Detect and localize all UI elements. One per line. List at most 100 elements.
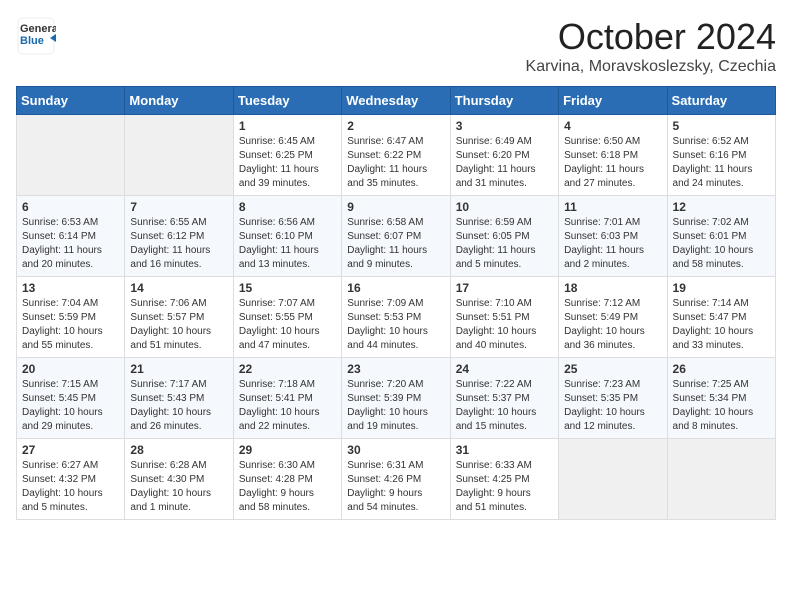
day-info: Sunrise: 6:45 AM Sunset: 6:25 PM Dayligh… xyxy=(239,135,336,191)
day-info: Sunrise: 6:30 AM Sunset: 4:28 PM Dayligh… xyxy=(239,459,336,515)
day-info: Sunrise: 7:07 AM Sunset: 5:55 PM Dayligh… xyxy=(239,297,336,353)
day-cell: 1 Sunrise: 6:45 AM Sunset: 6:25 PM Daylig… xyxy=(233,115,341,196)
day-cell: 31 Sunrise: 6:33 AM Sunset: 4:25 PM Dayli… xyxy=(450,439,558,520)
day-info: Sunrise: 7:09 AM Sunset: 5:53 PM Dayligh… xyxy=(347,297,444,353)
day-info: Sunrise: 6:56 AM Sunset: 6:10 PM Dayligh… xyxy=(239,216,336,272)
day-cell: 12Sunrise: 7:02 AM Sunset: 6:01 PM Dayli… xyxy=(667,196,775,277)
day-cell: 9 Sunrise: 6:58 AM Sunset: 6:07 PM Daylig… xyxy=(342,196,450,277)
day-number: 2 xyxy=(347,119,444,133)
day-cell: 29 Sunrise: 6:30 AM Sunset: 4:28 PM Dayli… xyxy=(233,439,341,520)
day-cell: 8 Sunrise: 6:56 AM Sunset: 6:10 PM Daylig… xyxy=(233,196,341,277)
day-cell: 16 Sunrise: 7:09 AM Sunset: 5:53 PM Dayli… xyxy=(342,277,450,358)
day-info: Sunrise: 6:58 AM Sunset: 6:07 PM Dayligh… xyxy=(347,216,444,272)
day-info: Sunrise: 6:52 AM Sunset: 6:16 PM Dayligh… xyxy=(673,135,770,191)
day-cell: 27Sunrise: 6:27 AM Sunset: 4:32 PM Dayli… xyxy=(17,439,125,520)
day-number: 8 xyxy=(239,200,336,214)
logo-icon: General Blue xyxy=(16,16,56,56)
day-info: Sunrise: 7:04 AM Sunset: 5:59 PM Dayligh… xyxy=(22,297,119,353)
day-info: Sunrise: 7:02 AM Sunset: 6:01 PM Dayligh… xyxy=(673,216,770,272)
day-number: 19 xyxy=(673,281,770,295)
day-info: Sunrise: 7:20 AM Sunset: 5:39 PM Dayligh… xyxy=(347,378,444,434)
day-number: 11 xyxy=(564,200,661,214)
day-cell: 30 Sunrise: 6:31 AM Sunset: 4:26 PM Dayli… xyxy=(342,439,450,520)
day-cell: 19 Sunrise: 7:14 AM Sunset: 5:47 PM Dayli… xyxy=(667,277,775,358)
page-header: General Blue October 2024 Karvina, Morav… xyxy=(16,16,776,76)
day-info: Sunrise: 7:17 AM Sunset: 5:43 PM Dayligh… xyxy=(130,378,227,434)
day-info: Sunrise: 6:59 AM Sunset: 6:05 PM Dayligh… xyxy=(456,216,553,272)
day-cell: 11 Sunrise: 7:01 AM Sunset: 6:03 PM Dayli… xyxy=(559,196,667,277)
weekday-header-row: SundayMondayTuesdayWednesdayThursdayFrid… xyxy=(17,87,776,115)
day-cell: 15Sunrise: 7:07 AM Sunset: 5:55 PM Dayli… xyxy=(233,277,341,358)
day-number: 14 xyxy=(130,281,227,295)
weekday-header-friday: Friday xyxy=(559,87,667,115)
svg-text:General: General xyxy=(20,23,56,35)
day-info: Sunrise: 7:10 AM Sunset: 5:51 PM Dayligh… xyxy=(456,297,553,353)
weekday-header-saturday: Saturday xyxy=(667,87,775,115)
day-cell: 14 Sunrise: 7:06 AM Sunset: 5:57 PM Dayli… xyxy=(125,277,233,358)
day-cell xyxy=(17,115,125,196)
svg-text:Blue: Blue xyxy=(20,35,44,47)
day-info: Sunrise: 7:01 AM Sunset: 6:03 PM Dayligh… xyxy=(564,216,661,272)
day-cell: 18 Sunrise: 7:12 AM Sunset: 5:49 PM Dayli… xyxy=(559,277,667,358)
day-cell: 6Sunrise: 6:53 AM Sunset: 6:14 PM Daylig… xyxy=(17,196,125,277)
week-row-5: 27Sunrise: 6:27 AM Sunset: 4:32 PM Dayli… xyxy=(17,439,776,520)
day-cell xyxy=(559,439,667,520)
weekday-header-sunday: Sunday xyxy=(17,87,125,115)
day-info: Sunrise: 7:12 AM Sunset: 5:49 PM Dayligh… xyxy=(564,297,661,353)
day-cell: 7Sunrise: 6:55 AM Sunset: 6:12 PM Daylig… xyxy=(125,196,233,277)
day-info: Sunrise: 7:23 AM Sunset: 5:35 PM Dayligh… xyxy=(564,378,661,434)
day-number: 9 xyxy=(347,200,444,214)
day-cell: 28 Sunrise: 6:28 AM Sunset: 4:30 PM Dayli… xyxy=(125,439,233,520)
day-number: 6 xyxy=(22,200,119,214)
day-cell xyxy=(125,115,233,196)
day-cell: 25 Sunrise: 7:23 AM Sunset: 5:35 PM Dayli… xyxy=(559,358,667,439)
day-number: 26 xyxy=(673,362,770,376)
day-number: 21 xyxy=(130,362,227,376)
location-title: Karvina, Moravskoslezsky, Czechia xyxy=(526,58,776,76)
day-cell: 5 Sunrise: 6:52 AM Sunset: 6:16 PM Daylig… xyxy=(667,115,775,196)
day-info: Sunrise: 7:25 AM Sunset: 5:34 PM Dayligh… xyxy=(673,378,770,434)
day-info: Sunrise: 6:27 AM Sunset: 4:32 PM Dayligh… xyxy=(22,459,119,515)
day-number: 29 xyxy=(239,443,336,457)
day-number: 1 xyxy=(239,119,336,133)
day-cell: 3Sunrise: 6:49 AM Sunset: 6:20 PM Daylig… xyxy=(450,115,558,196)
day-info: Sunrise: 7:18 AM Sunset: 5:41 PM Dayligh… xyxy=(239,378,336,434)
weekday-header-wednesday: Wednesday xyxy=(342,87,450,115)
day-info: Sunrise: 6:49 AM Sunset: 6:20 PM Dayligh… xyxy=(456,135,553,191)
day-cell: 24 Sunrise: 7:22 AM Sunset: 5:37 PM Dayli… xyxy=(450,358,558,439)
day-number: 18 xyxy=(564,281,661,295)
day-info: Sunrise: 7:15 AM Sunset: 5:45 PM Dayligh… xyxy=(22,378,119,434)
day-cell: 26 Sunrise: 7:25 AM Sunset: 5:34 PM Dayli… xyxy=(667,358,775,439)
day-cell: 20 Sunrise: 7:15 AM Sunset: 5:45 PM Dayli… xyxy=(17,358,125,439)
day-info: Sunrise: 7:22 AM Sunset: 5:37 PM Dayligh… xyxy=(456,378,553,434)
day-info: Sunrise: 6:47 AM Sunset: 6:22 PM Dayligh… xyxy=(347,135,444,191)
day-cell: 4Sunrise: 6:50 AM Sunset: 6:18 PM Daylig… xyxy=(559,115,667,196)
day-cell: 17Sunrise: 7:10 AM Sunset: 5:51 PM Dayli… xyxy=(450,277,558,358)
day-cell: 23Sunrise: 7:20 AM Sunset: 5:39 PM Dayli… xyxy=(342,358,450,439)
month-title: October 2024 xyxy=(526,16,776,58)
day-number: 10 xyxy=(456,200,553,214)
calendar-table: SundayMondayTuesdayWednesdayThursdayFrid… xyxy=(16,86,776,520)
day-number: 31 xyxy=(456,443,553,457)
day-info: Sunrise: 6:33 AM Sunset: 4:25 PM Dayligh… xyxy=(456,459,553,515)
day-info: Sunrise: 7:06 AM Sunset: 5:57 PM Dayligh… xyxy=(130,297,227,353)
week-row-2: 6Sunrise: 6:53 AM Sunset: 6:14 PM Daylig… xyxy=(17,196,776,277)
day-number: 5 xyxy=(673,119,770,133)
day-info: Sunrise: 6:28 AM Sunset: 4:30 PM Dayligh… xyxy=(130,459,227,515)
day-number: 25 xyxy=(564,362,661,376)
day-number: 24 xyxy=(456,362,553,376)
day-number: 30 xyxy=(347,443,444,457)
weekday-header-monday: Monday xyxy=(125,87,233,115)
day-cell: 10 Sunrise: 6:59 AM Sunset: 6:05 PM Dayli… xyxy=(450,196,558,277)
day-info: Sunrise: 7:14 AM Sunset: 5:47 PM Dayligh… xyxy=(673,297,770,353)
day-number: 4 xyxy=(564,119,661,133)
day-cell: 21 Sunrise: 7:17 AM Sunset: 5:43 PM Dayli… xyxy=(125,358,233,439)
day-cell xyxy=(667,439,775,520)
day-number: 28 xyxy=(130,443,227,457)
title-block: October 2024 Karvina, Moravskoslezsky, C… xyxy=(526,16,776,76)
day-info: Sunrise: 6:31 AM Sunset: 4:26 PM Dayligh… xyxy=(347,459,444,515)
day-number: 20 xyxy=(22,362,119,376)
day-number: 16 xyxy=(347,281,444,295)
day-number: 13 xyxy=(22,281,119,295)
weekday-header-thursday: Thursday xyxy=(450,87,558,115)
